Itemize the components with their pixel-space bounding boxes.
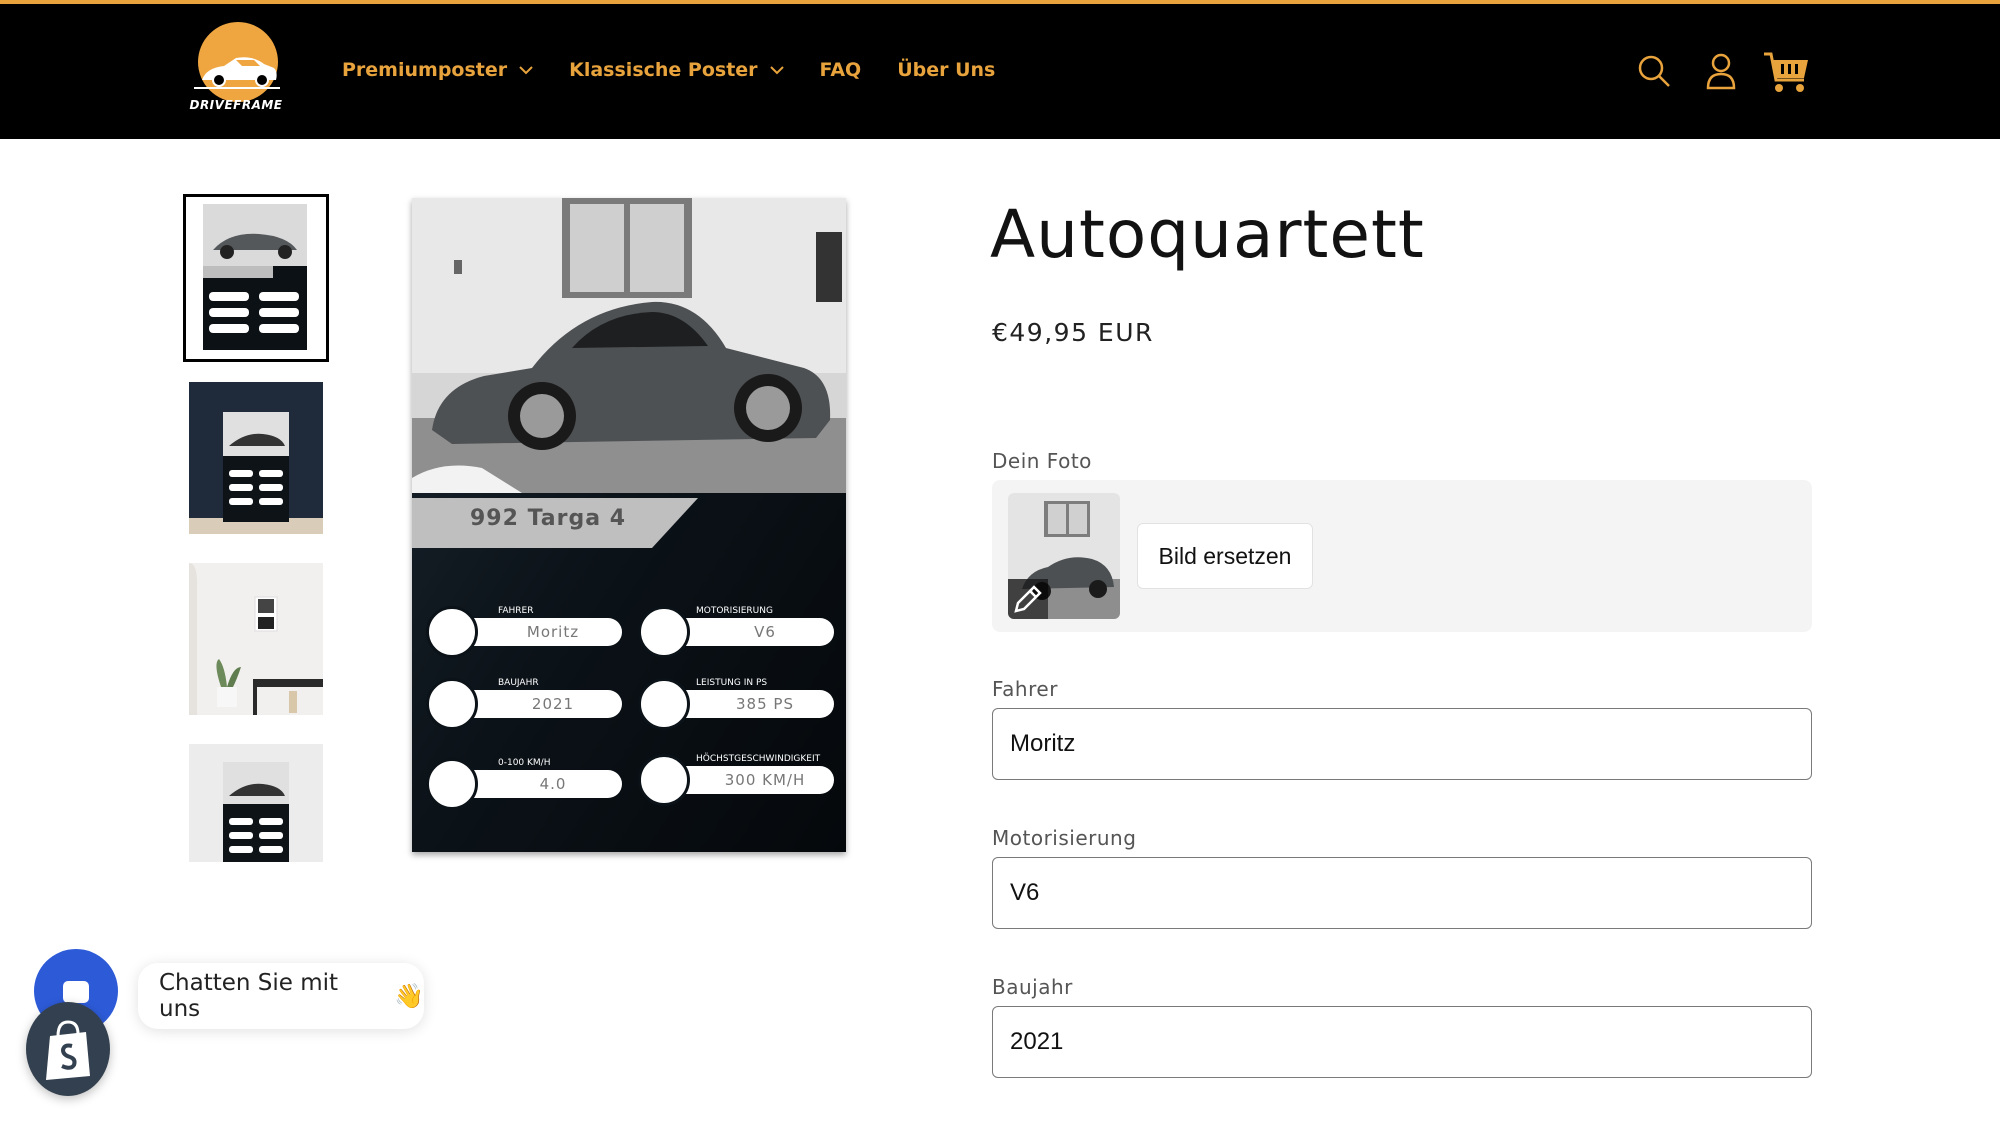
- cart-icon[interactable]: [1762, 48, 1810, 96]
- motorisierung-label: Motorisierung: [992, 826, 1137, 850]
- photo-upload-box: Bild ersetzen: [992, 480, 1812, 632]
- driver-license-icon: [426, 606, 478, 658]
- replace-image-button[interactable]: Bild ersetzen: [1137, 523, 1313, 589]
- motorisierung-input[interactable]: V6: [992, 857, 1812, 929]
- engine-icon: [638, 606, 690, 658]
- stat-label: HÖCHSTGESCHWINDIGKEIT: [696, 754, 821, 764]
- poster-stat-hoechstgeschwindigkeit: HÖCHSTGESCHWINDIGKEIT 300 KM/H: [638, 750, 834, 810]
- product-price: €49,95 EUR: [992, 318, 1154, 347]
- stat-value: 4.0: [539, 775, 567, 793]
- gallery-thumbnail-3[interactable]: [189, 563, 323, 715]
- stat-label: FAHRER: [498, 606, 534, 616]
- stat-value: 385 PS: [736, 695, 794, 713]
- fahrer-label: Fahrer: [992, 677, 1058, 701]
- stat-value: V6: [754, 623, 776, 641]
- shopify-bag-icon: [46, 1020, 90, 1080]
- baujahr-input[interactable]: 2021: [992, 1006, 1812, 1078]
- uploaded-photo-preview[interactable]: [1008, 493, 1120, 619]
- stat-value: Moritz: [526, 623, 580, 641]
- edit-pencil-icon[interactable]: [1008, 579, 1048, 619]
- nav-item-premiumposter[interactable]: Premiumposter: [342, 59, 533, 81]
- search-icon[interactable]: [1637, 54, 1671, 88]
- baujahr-label: Baujahr: [992, 975, 1073, 999]
- logo-text: DRIVEFRAME: [189, 98, 283, 112]
- lightning-icon: [638, 678, 690, 730]
- poster-stat-motorisierung: MOTORISIERUNG V6: [638, 602, 834, 662]
- driveframe-logo[interactable]: DRIVEFRAME: [186, 22, 286, 118]
- nav-item-ueber-uns[interactable]: Über Uns: [897, 59, 995, 81]
- chevron-down-icon: [519, 66, 533, 75]
- account-icon[interactable]: [1705, 52, 1737, 90]
- poster-stat-beschleunigung: 0-100 KM/H 4.0: [426, 754, 622, 814]
- chat-prompt-bubble[interactable]: Chatten Sie mit uns 👋: [138, 963, 424, 1029]
- gallery-thumbnail-4[interactable]: [189, 744, 323, 862]
- stat-value: 300 KM/H: [724, 771, 806, 789]
- stat-label: BAUJAHR: [498, 678, 539, 688]
- product-title: Autoquartett: [990, 196, 1425, 273]
- nav-label: Premiumposter: [342, 59, 508, 81]
- nav-item-klassische-poster[interactable]: Klassische Poster: [569, 59, 784, 81]
- calendar-icon: [426, 678, 478, 730]
- shopify-app-button[interactable]: [26, 1002, 110, 1096]
- chevron-down-icon: [769, 66, 784, 75]
- stat-label: MOTORISIERUNG: [696, 606, 773, 616]
- poster-stat-baujahr: BAUJAHR 2021: [426, 674, 622, 734]
- fahrer-input[interactable]: Moritz: [992, 708, 1812, 780]
- poster-stat-fahrer: FAHRER Moritz: [426, 602, 622, 662]
- stat-label: LEISTUNG IN PS: [696, 678, 768, 688]
- main-navigation: Premiumposter Klassische Poster FAQ Über…: [342, 59, 1031, 81]
- speedometer-icon: [426, 758, 478, 810]
- poster-stat-leistung: LEISTUNG IN PS 385 PS: [638, 674, 834, 734]
- nav-label: FAQ: [819, 59, 862, 81]
- nav-label: Klassische Poster: [569, 59, 758, 81]
- gallery-thumbnail-2[interactable]: [189, 382, 323, 534]
- product-main-image[interactable]: 992 Targa 4 FAHRER Moritz MOTORISIERUNG …: [412, 198, 846, 852]
- photo-upload-label: Dein Foto: [992, 449, 1092, 473]
- nav-item-faq[interactable]: FAQ: [820, 59, 862, 81]
- stat-label: 0-100 KM/H: [498, 758, 551, 768]
- chat-prompt-text: Chatten Sie mit uns: [159, 970, 339, 1022]
- gallery-thumbnail-1[interactable]: [183, 194, 329, 362]
- waving-hand-icon: 👋: [394, 982, 424, 1010]
- gauge-icon: [638, 754, 690, 806]
- chat-icon: [63, 981, 89, 1003]
- nav-label: Über Uns: [897, 59, 996, 81]
- poster-model-name: 992 Targa 4: [470, 506, 627, 531]
- site-header: DRIVEFRAME Premiumposter Klassische Post…: [0, 0, 2000, 139]
- stat-value: 2021: [531, 695, 575, 713]
